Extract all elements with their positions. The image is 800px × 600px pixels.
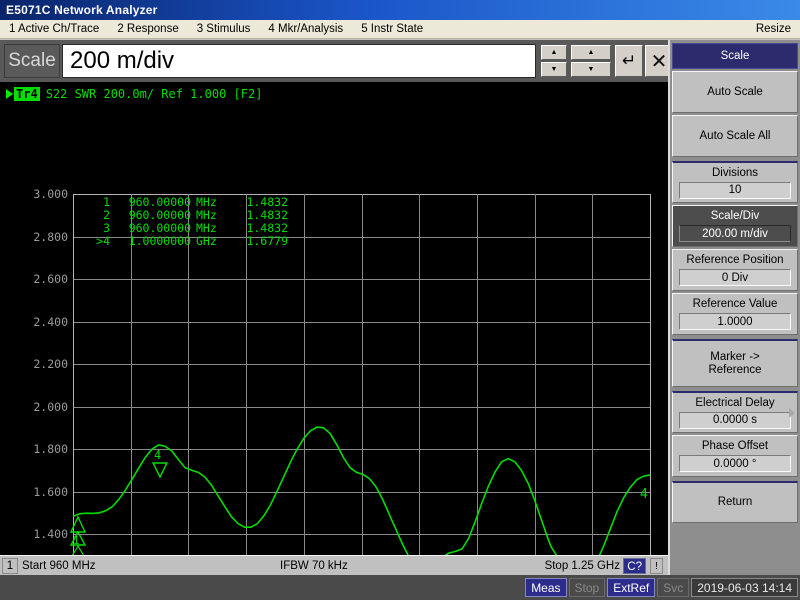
softkey-label: Reference Position [686, 254, 784, 266]
channel-number[interactable]: 1 [2, 557, 18, 574]
status-correction-badge[interactable]: C? [623, 557, 646, 574]
status-line: 1 Start 960 MHz IFBW 70 kHz Stop 1.25 GH… [0, 555, 668, 575]
svg-text:4: 4 [154, 448, 161, 462]
chevron-right-icon [789, 407, 795, 418]
trace-plot[interactable] [73, 194, 650, 600]
window-title: E5071C Network Analyzer [6, 3, 158, 17]
trace-info-text: S22 SWR 200.0m/ Ref 1.000 [F2] [45, 87, 263, 101]
spinner-large-up[interactable]: ▲ [571, 45, 611, 60]
y-axis-labels: 3.000 2.800 2.600 2.400 2.200 2.000 1.800 1.600… [0, 82, 72, 584]
softkey-marker[interactable]: Marker -> Reference [672, 339, 798, 387]
softkey-label: Auto Scale [707, 85, 763, 98]
status-warning-badge[interactable]: ! [650, 557, 663, 574]
instrument-display[interactable]: Tr4 S22 SWR 200.0m/ Ref 1.000 [F2] 3.000… [0, 82, 668, 600]
status-start-frequency[interactable]: Start 960 MHz [22, 560, 96, 572]
softkey-reference-value[interactable]: Reference Value 1.0000 [672, 293, 798, 335]
softkey-label: Divisions [711, 166, 758, 179]
svg-text:1: 1 [73, 534, 80, 547]
softkey-label: Scale/Div [710, 210, 760, 222]
y-axis-label: 3.000 [33, 187, 68, 201]
application-window: E5071C Network Analyzer 1 Active Ch/Trac… [0, 0, 800, 600]
softkey-scale-div[interactable]: Scale/Div 200.00 m/div [672, 205, 798, 247]
status-extref-badge[interactable]: ExtRef [607, 578, 656, 597]
softkey-auto-scale[interactable]: Auto Scale [672, 71, 798, 113]
y-axis-label: 2.800 [33, 229, 68, 244]
softkey-value[interactable]: 200.00 m/div [679, 225, 791, 242]
spinner-small-up[interactable]: ▲ [541, 45, 567, 60]
status-meas-badge[interactable]: Meas [525, 578, 567, 597]
grid-line-vertical [650, 194, 651, 600]
softkey-label: Auto Scale All [699, 129, 771, 142]
enter-button[interactable]: ↵ [615, 45, 643, 77]
window-title-bar: E5071C Network Analyzer [0, 0, 800, 20]
softkey-panel-title: Scale [672, 43, 798, 69]
softkey-auto-scale-all[interactable]: Auto Scale All [672, 115, 798, 157]
y-axis-label: 1.400 [33, 527, 68, 541]
softkey-electrical-delay[interactable]: Electrical Delay 0.0000 s [672, 391, 798, 433]
softkey-panel-title-label: Scale [720, 49, 750, 62]
menu-item-response[interactable]: 2 Response [108, 21, 187, 38]
status-svc-badge[interactable]: Svc [657, 578, 690, 597]
y-axis-label: 2.000 [33, 399, 68, 414]
spinner-large-down[interactable]: ▼ [571, 62, 611, 77]
menu-item-stimulus[interactable]: 3 Stimulus [188, 21, 260, 38]
y-axis-label: 2.400 [33, 314, 68, 329]
menu-bar: 1 Active Ch/Trace 2 Response 3 Stimulus … [0, 20, 800, 39]
spinner-large[interactable]: ▲ ▼ [571, 45, 611, 77]
trace-marker-123-stack-icon[interactable]: 1 [68, 512, 90, 560]
softkey-value[interactable]: 0.0000 s [679, 411, 791, 429]
softkey-panel: Scale Auto Scale Auto Scale All Divisions 1… [668, 40, 800, 575]
menu-item-mkr-analysis[interactable]: 4 Mkr/Analysis [259, 21, 352, 38]
softkey-phase-offset[interactable]: Phase Offset 0.0000 ° [672, 435, 798, 477]
status-stop-frequency[interactable]: Stop 1.25 GHz [545, 560, 620, 572]
softkey-list: Auto Scale Auto Scale All Divisions 10 Scale… [670, 71, 800, 523]
menu-item-instr-state[interactable]: 5 Instr State [352, 21, 432, 38]
softkey-return[interactable]: Return [672, 481, 798, 523]
y-axis-label: 1.800 [33, 442, 68, 456]
softkey-label: Marker -> [710, 350, 760, 363]
spinner-small-down[interactable]: ▼ [541, 62, 567, 77]
y-axis-label: 2.200 [33, 357, 68, 371]
spinner-small[interactable]: ▲ ▼ [541, 45, 567, 77]
softkey-label-line2: Reference [708, 363, 762, 376]
softkey-divisions[interactable]: Divisions 10 [672, 161, 798, 203]
softkey-value[interactable]: 10 [679, 181, 791, 199]
scale-input[interactable]: 200 m/div [62, 44, 536, 78]
menu-item-resize[interactable]: Resize [747, 21, 800, 38]
menu-item-active-ch-trace[interactable]: 1 Active Ch/Trace [0, 21, 108, 38]
softkey-label: Reference Value [692, 298, 778, 310]
status-stop-badge[interactable]: Stop [568, 578, 606, 597]
y-axis-label: 1.600 [33, 484, 68, 499]
status-ifbw[interactable]: IFBW 70 kHz [280, 560, 348, 572]
softkey-value[interactable]: 0 Div [679, 269, 791, 286]
softkey-reference-position[interactable]: Reference Position 0 Div [672, 249, 798, 291]
softkey-value[interactable]: 0.0000 ° [679, 455, 791, 472]
trace-marker-4-icon[interactable]: 4 [150, 448, 172, 480]
trace-marker-4-right-label: 4 [640, 487, 648, 502]
bottom-status-bar: Meas Stop ExtRef Svc 2019-06-03 14:14 [0, 575, 800, 600]
entry-label: Scale [4, 44, 60, 78]
softkey-label: Phase Offset [701, 440, 769, 452]
system-clock: 2019-06-03 14:14 [691, 578, 798, 597]
softkey-label: Electrical Delay [695, 396, 775, 409]
softkey-label: Return [717, 496, 753, 508]
y-axis-label: 2.600 [33, 272, 68, 286]
softkey-value[interactable]: 1.0000 [679, 313, 791, 330]
